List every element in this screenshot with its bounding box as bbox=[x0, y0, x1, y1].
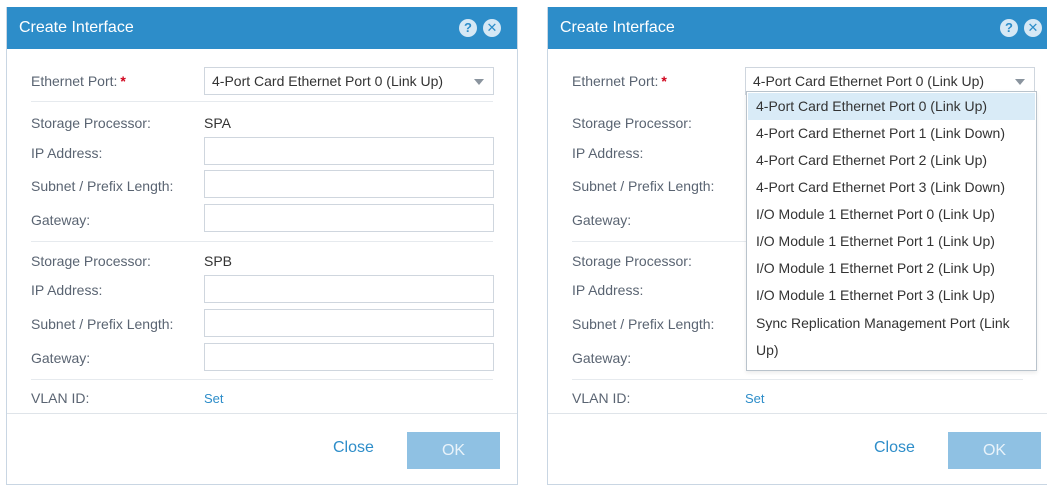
spb-gateway-input[interactable] bbox=[204, 343, 494, 371]
ok-button[interactable]: OK bbox=[407, 432, 500, 469]
vlan-set-link[interactable]: Set bbox=[745, 391, 765, 406]
vlan-id-label: VLAN ID: bbox=[31, 390, 90, 406]
required-mark: * bbox=[661, 73, 667, 89]
footer-divider bbox=[7, 413, 517, 414]
gateway-label: Gateway: bbox=[572, 212, 632, 228]
dropdown-option[interactable]: I/O Module 1 Ethernet Port 0 (Link Up) bbox=[748, 201, 1035, 228]
dialog-title-bar: Create Interface ? ✕ bbox=[548, 7, 1047, 49]
spb-ip-address-input[interactable] bbox=[204, 275, 494, 303]
help-icon[interactable]: ? bbox=[1000, 19, 1018, 37]
divider bbox=[31, 101, 493, 102]
ethernet-port-label: Ethernet Port: * bbox=[31, 73, 126, 89]
vlan-set-link[interactable]: Set bbox=[204, 391, 224, 406]
dropdown-option[interactable]: 4-Port Card Ethernet Port 1 (Link Down) bbox=[748, 120, 1035, 147]
storage-processor-value: SPA bbox=[204, 115, 231, 131]
ethernet-port-selected-value: 4-Port Card Ethernet Port 0 (Link Up) bbox=[212, 73, 444, 89]
close-button[interactable]: Close bbox=[874, 439, 915, 457]
subnet-prefix-label: Subnet / Prefix Length: bbox=[572, 178, 715, 194]
ip-address-label: IP Address: bbox=[572, 145, 644, 161]
divider bbox=[572, 379, 1023, 380]
spa-subnet-input[interactable] bbox=[204, 170, 494, 198]
dropdown-option[interactable]: Sync Replication Management Port (Link U… bbox=[748, 310, 1016, 364]
dropdown-option[interactable]: I/O Module 1 Ethernet Port 3 (Link Up) bbox=[748, 282, 1035, 309]
ip-address-label: IP Address: bbox=[31, 282, 103, 298]
storage-processor-value: SPB bbox=[204, 253, 233, 269]
gateway-label: Gateway: bbox=[31, 212, 91, 228]
close-icon[interactable]: ✕ bbox=[1024, 19, 1042, 37]
gateway-label: Gateway: bbox=[31, 350, 91, 366]
dropdown-option[interactable]: 4-Port Card Ethernet Port 0 (Link Up) bbox=[748, 93, 1035, 120]
close-button[interactable]: Close bbox=[333, 439, 374, 457]
ethernet-port-dropdown-list: 4-Port Card Ethernet Port 0 (Link Up) 4-… bbox=[746, 91, 1037, 371]
help-icon[interactable]: ? bbox=[459, 19, 477, 37]
divider bbox=[572, 241, 747, 242]
ethernet-port-label: Ethernet Port: * bbox=[572, 73, 667, 89]
spa-ip-address-input[interactable] bbox=[204, 137, 494, 165]
gateway-label: Gateway: bbox=[572, 350, 632, 366]
divider bbox=[31, 241, 493, 242]
vlan-id-label: VLAN ID: bbox=[572, 390, 631, 406]
subnet-prefix-label: Subnet / Prefix Length: bbox=[31, 178, 174, 194]
chevron-down-icon bbox=[1015, 79, 1025, 85]
spb-subnet-input[interactable] bbox=[204, 309, 494, 337]
create-interface-dialog-right: Create Interface ? ✕ Ethernet Port: * 4-P… bbox=[547, 7, 1047, 485]
storage-processor-label: Storage Processor: bbox=[572, 115, 692, 131]
ethernet-port-select[interactable]: 4-Port Card Ethernet Port 0 (Link Up) bbox=[204, 67, 494, 95]
subnet-prefix-label: Subnet / Prefix Length: bbox=[572, 316, 715, 332]
footer-divider bbox=[548, 413, 1047, 414]
dropdown-option[interactable]: 4-Port Card Ethernet Port 2 (Link Up) bbox=[748, 147, 1035, 174]
ethernet-port-selected-value: 4-Port Card Ethernet Port 0 (Link Up) bbox=[753, 73, 985, 89]
dialog-title: Create Interface bbox=[19, 19, 134, 36]
dropdown-option[interactable]: I/O Module 1 Ethernet Port 2 (Link Up) bbox=[748, 255, 1035, 282]
divider bbox=[31, 379, 493, 380]
storage-processor-label: Storage Processor: bbox=[31, 253, 151, 269]
required-mark: * bbox=[120, 73, 126, 89]
subnet-prefix-label: Subnet / Prefix Length: bbox=[31, 316, 174, 332]
create-interface-dialog-left: Create Interface ? ✕ Ethernet Port: * 4-P… bbox=[6, 7, 518, 485]
dialog-title: Create Interface bbox=[560, 19, 675, 36]
ip-address-label: IP Address: bbox=[572, 282, 644, 298]
dialog-title-bar: Create Interface ? ✕ bbox=[7, 7, 517, 49]
ok-button[interactable]: OK bbox=[948, 432, 1041, 469]
dropdown-option[interactable]: I/O Module 1 Ethernet Port 1 (Link Up) bbox=[748, 228, 1035, 255]
storage-processor-label: Storage Processor: bbox=[31, 115, 151, 131]
spa-gateway-input[interactable] bbox=[204, 204, 494, 232]
ip-address-label: IP Address: bbox=[31, 145, 103, 161]
chevron-down-icon bbox=[474, 79, 484, 85]
close-icon[interactable]: ✕ bbox=[483, 19, 501, 37]
storage-processor-label: Storage Processor: bbox=[572, 253, 692, 269]
dropdown-option[interactable]: 4-Port Card Ethernet Port 3 (Link Down) bbox=[748, 174, 1035, 201]
